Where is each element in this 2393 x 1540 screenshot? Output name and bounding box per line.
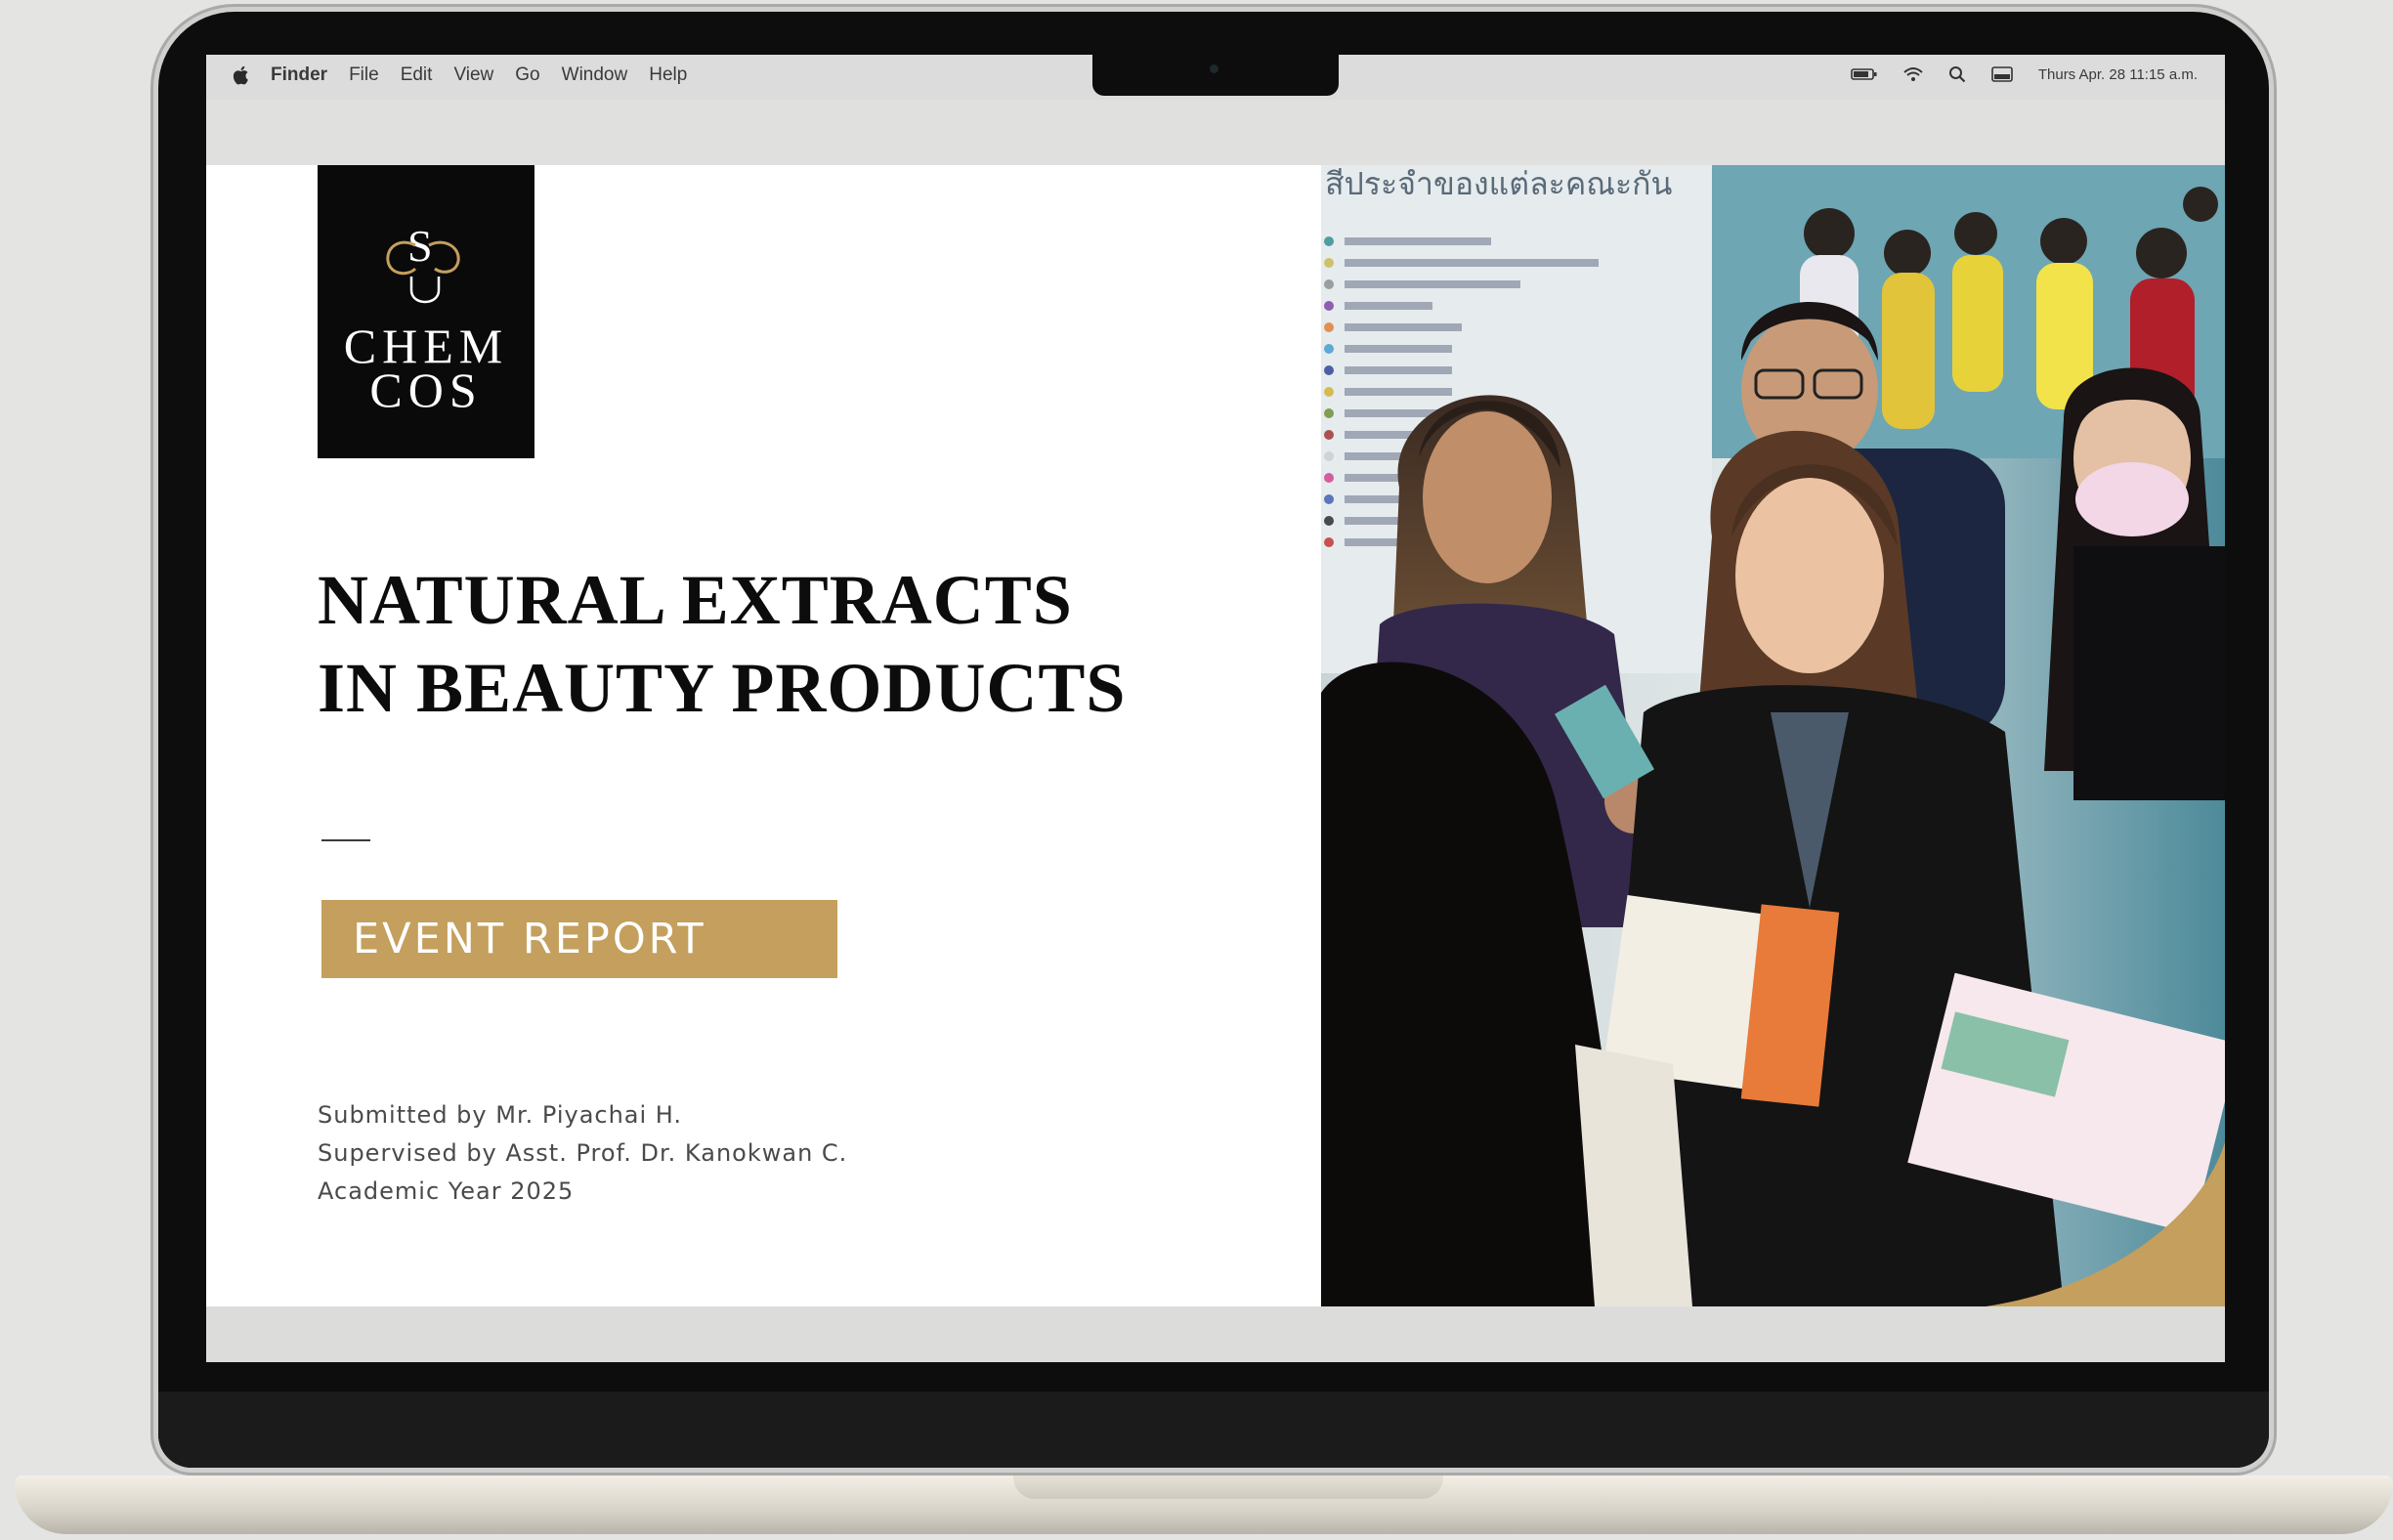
menu-window[interactable]: Window — [562, 64, 628, 86]
battery-icon[interactable] — [1851, 67, 1878, 81]
menu-clock[interactable]: Thurs Apr. 28 11:15 a.m. — [2038, 66, 2198, 83]
search-icon[interactable] — [1948, 65, 1966, 83]
laptop-base — [15, 1476, 2393, 1534]
event-photo-illustration: สีประจำของแต่ละคณะกัน — [1321, 165, 2225, 1306]
menu-file[interactable]: File — [349, 64, 379, 86]
screen: Finder File Edit View Go Window Help Thu… — [206, 55, 2225, 1362]
menu-app-name[interactable]: Finder — [271, 64, 327, 86]
photo-sign-text: สีประจำของแต่ละคณะกัน — [1325, 165, 1673, 202]
menu-view[interactable]: View — [453, 64, 493, 86]
laptop-chin — [158, 1391, 2269, 1468]
menu-edit[interactable]: Edit — [401, 64, 433, 86]
event-report-badge: EVENT REPORT — [321, 900, 837, 978]
monogram-logo-icon: S — [386, 221, 460, 304]
credit-year: Academic Year 2025 — [318, 1177, 575, 1205]
logo-text-cos: COS — [369, 363, 483, 417]
menu-go[interactable]: Go — [515, 64, 539, 86]
slide-title: NATURAL EXTRACTS IN BEAUTY PRODUCTS — [318, 556, 1126, 732]
title-line-1: NATURAL EXTRACTS — [318, 561, 1073, 639]
control-center-icon[interactable] — [1991, 66, 2013, 82]
credits-block: Submitted by Mr. Piyachai H. Supervised … — [318, 1096, 847, 1211]
menu-bar: Finder File Edit View Go Window Help Thu… — [206, 55, 2225, 100]
credit-supervised: Supervised by Asst. Prof. Dr. Kanokwan C… — [318, 1139, 848, 1167]
camera-icon — [1210, 64, 1218, 73]
screen-bottom-strip — [206, 1306, 2225, 1362]
menu-help[interactable]: Help — [649, 64, 687, 86]
event-photo: สีประจำของแต่ละคณะกัน — [1321, 165, 2225, 1306]
brand-logo: S CHEM COS — [318, 165, 534, 458]
title-line-2: IN BEAUTY PRODUCTS — [318, 649, 1127, 727]
trackpad-lip — [1013, 1476, 1443, 1499]
apple-logo-icon[interactable] — [232, 64, 249, 86]
svg-text:S: S — [407, 221, 433, 271]
laptop-mockup: Finder File Edit View Go Window Help Thu… — [0, 0, 2393, 1540]
credit-submitted: Submitted by Mr. Piyachai H. — [318, 1101, 683, 1129]
presentation-slide: S CHEM COS NATURAL EXTRACTS IN BEAUTY PR… — [206, 165, 2225, 1306]
wifi-icon[interactable] — [1903, 66, 1923, 82]
camera-notch — [1092, 55, 1339, 96]
title-divider — [321, 839, 370, 841]
